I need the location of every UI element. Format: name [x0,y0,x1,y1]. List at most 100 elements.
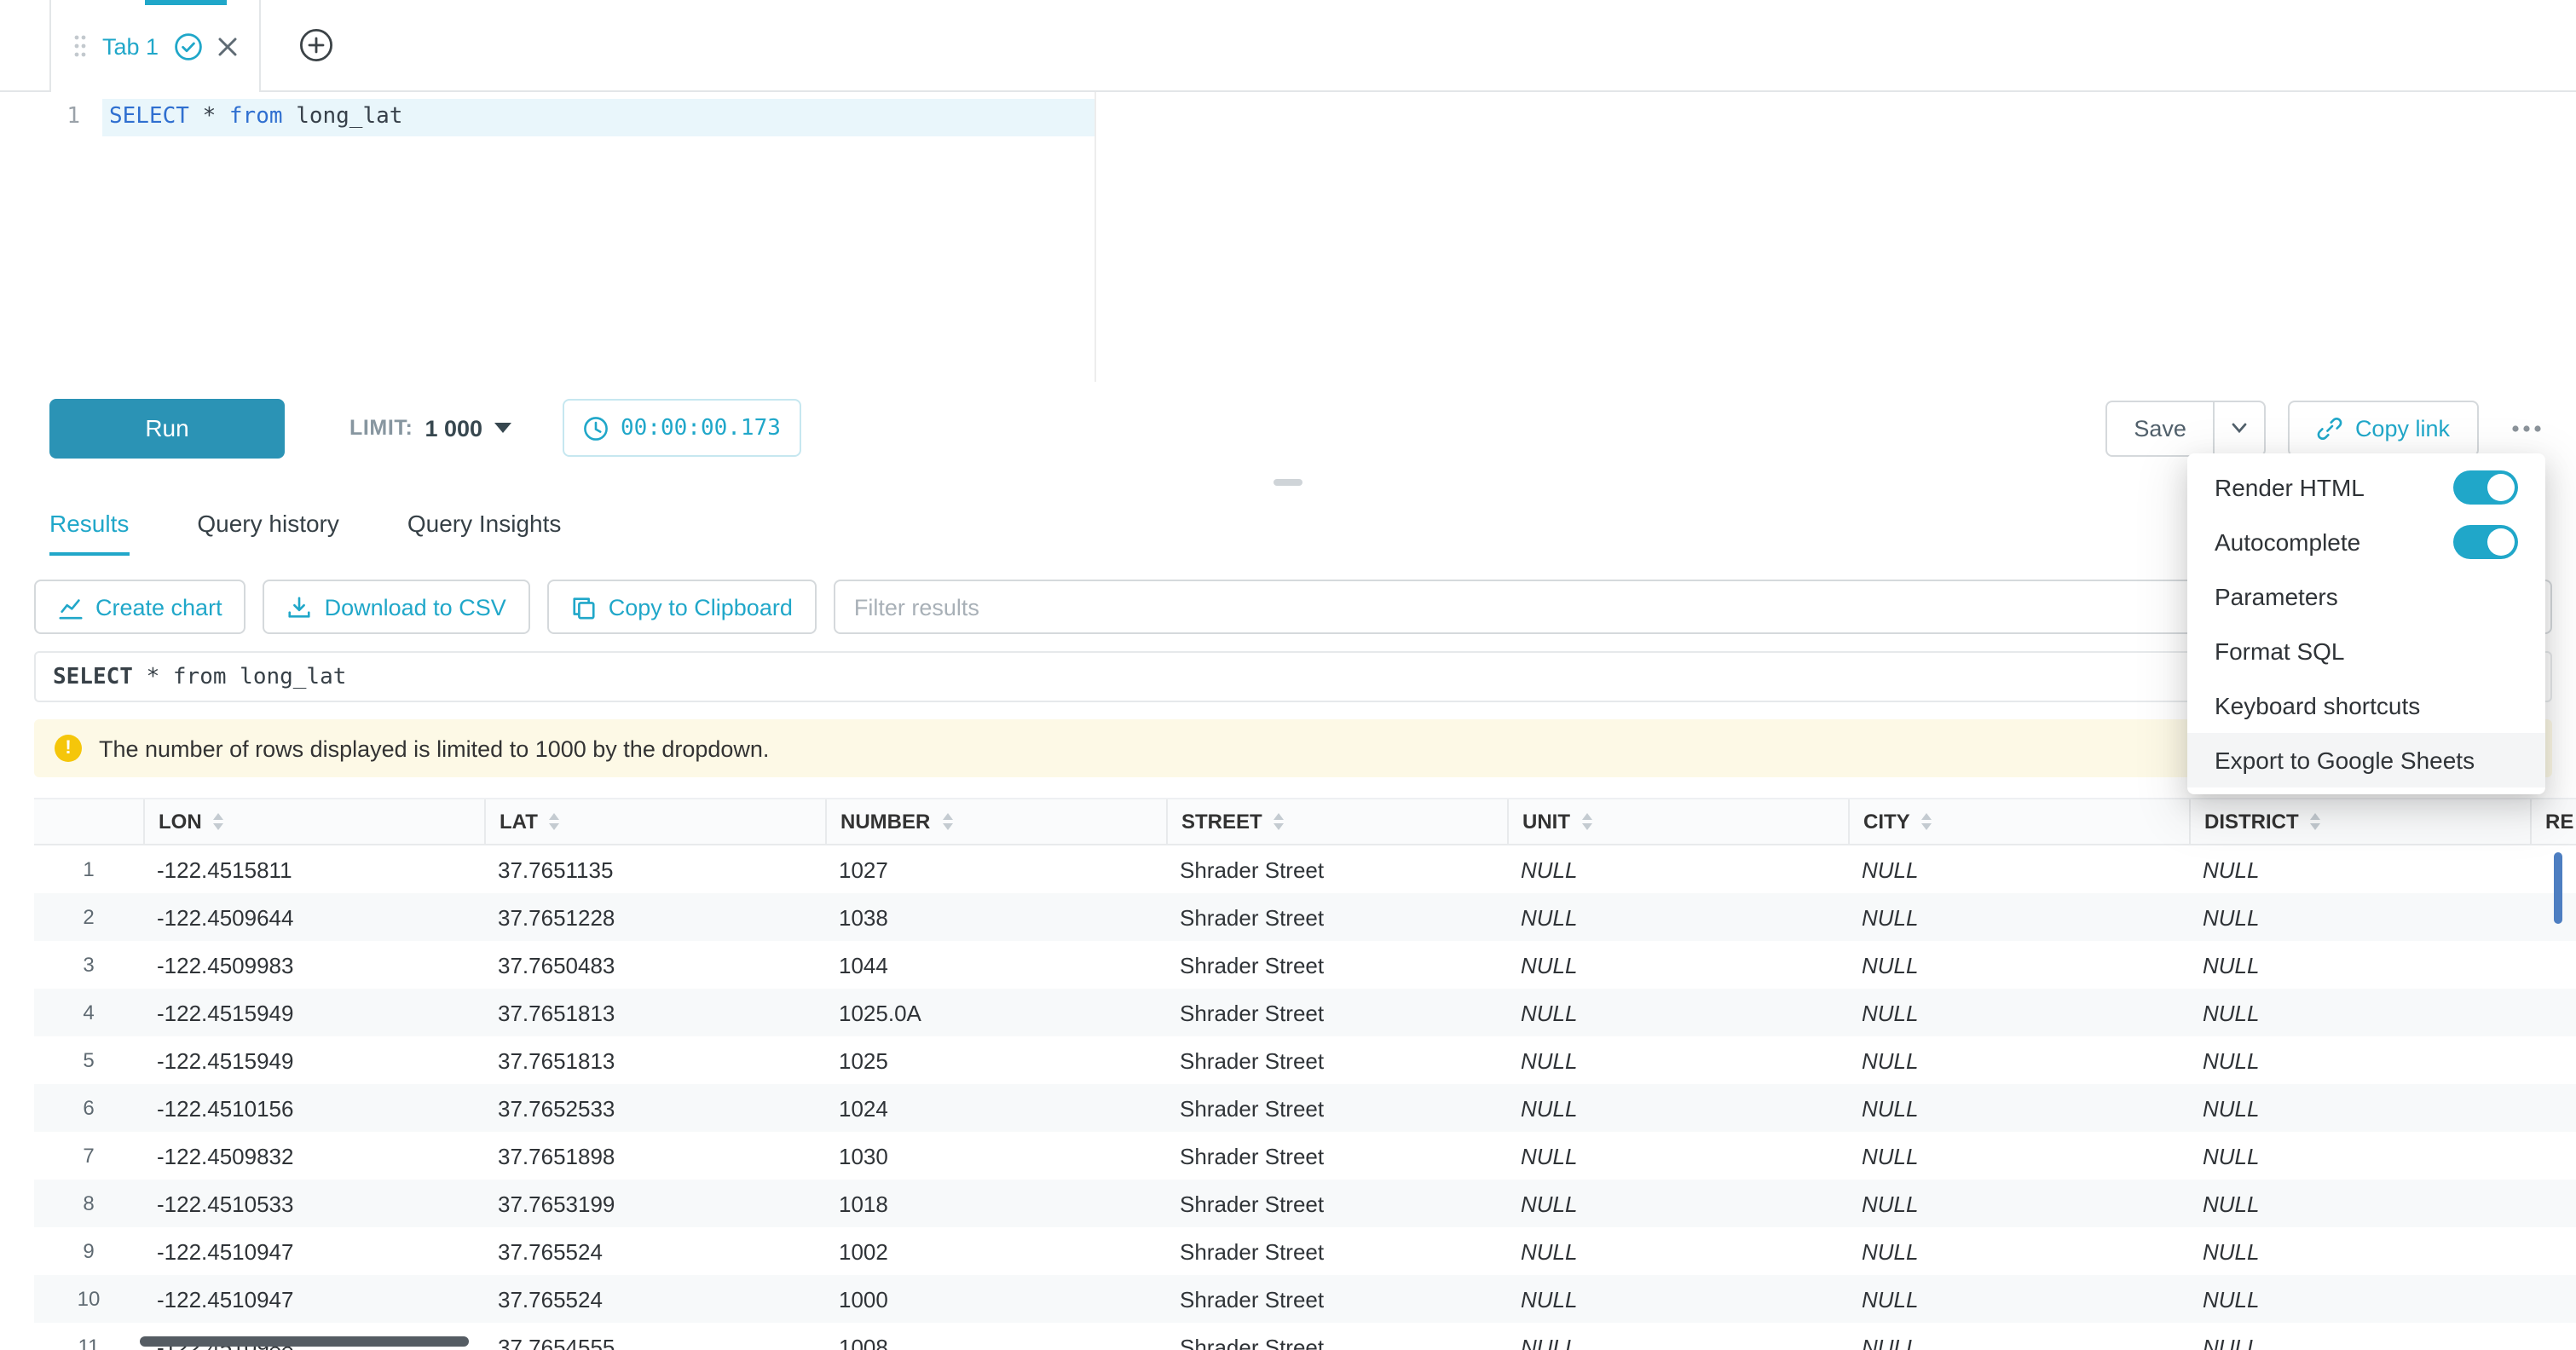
table-row[interactable]: 6-122.451015637.76525331024Shrader Stree… [34,1084,2576,1132]
table-cell: Shrader Street [1166,1047,1507,1073]
close-tab-icon[interactable] [218,37,237,55]
column-header-unit[interactable]: UNIT [1507,799,1848,844]
table-row[interactable]: 3-122.450998337.76504831044Shrader Stree… [34,941,2576,989]
save-split-button: Save [2105,400,2267,456]
run-button[interactable]: Run [49,398,285,458]
table-cell: 37.7654555 [484,1334,825,1350]
table-cell: NULL [1848,1000,2189,1025]
tab-query-insights[interactable]: Query Insights [407,510,562,556]
table-cell: 1030 [825,1143,1166,1168]
toggle-switch[interactable] [2453,525,2518,559]
table-cell: 1025.0A [825,1000,1166,1025]
sort-icon[interactable] [1582,813,1592,830]
table-cell: NULL [1848,1286,2189,1312]
column-header-lon[interactable]: LON [143,799,484,844]
ellipsis-icon [2511,424,2542,432]
row-number: 7 [34,1144,143,1168]
copy-clipboard-button[interactable]: Copy to Clipboard [547,580,817,634]
table-cell: 37.765524 [484,1286,825,1312]
table-cell: -122.4515949 [143,1047,484,1073]
column-header-re[interactable]: RE [2530,799,2576,844]
sort-icon[interactable] [550,813,560,830]
table-cell: NULL [1507,1143,1848,1168]
line-number: 1 [0,92,102,130]
table-cell: NULL [1848,1191,2189,1216]
copy-link-label: Copy link [2355,415,2450,441]
tab-drag-handle-icon[interactable] [73,34,87,58]
menu-item-label: Format SQL [2215,638,2345,665]
horizontal-scrollbar-thumb[interactable] [140,1336,469,1347]
table-row[interactable]: 10-122.451094737.7655241000Shrader Stree… [34,1275,2576,1323]
sort-icon[interactable] [1274,813,1285,830]
sort-icon[interactable] [1922,813,1932,830]
table-cell: Shrader Street [1166,1238,1507,1264]
table-cell: 37.7650483 [484,952,825,978]
table-row[interactable]: 8-122.451053337.76531991018Shrader Stree… [34,1180,2576,1227]
table-cell: -122.4510947 [143,1286,484,1312]
menu-item-format-sql[interactable]: Format SQL [2187,624,2545,678]
table-row[interactable]: 4-122.451594937.76518131025.0AShrader St… [34,989,2576,1036]
limit-dropdown[interactable]: LIMIT: 1 000 [349,415,511,441]
add-tab-button[interactable] [298,27,334,63]
sort-icon[interactable] [942,813,952,830]
table-cell: 1044 [825,952,1166,978]
table-row[interactable]: 9-122.451094737.7655241002Shrader Street… [34,1227,2576,1275]
column-header-lat[interactable]: LAT [484,799,825,844]
table-cell: NULL [1507,1238,1848,1264]
table-row[interactable]: 7-122.450983237.76518981030Shrader Stree… [34,1132,2576,1180]
table-row[interactable]: 1-122.451581137.76511351027Shrader Stree… [34,845,2576,893]
menu-item-keyboard-shortcuts[interactable]: Keyboard shortcuts [2187,678,2545,733]
column-header-number[interactable]: NUMBER [825,799,1166,844]
download-csv-label: Download to CSV [325,594,506,620]
table-cell: Shrader Street [1166,952,1507,978]
table-row[interactable]: 2-122.450964437.76512281038Shrader Stree… [34,893,2576,941]
table-cell: 37.7651813 [484,1000,825,1025]
tab-results[interactable]: Results [49,510,129,556]
table-cell: NULL [1507,1334,1848,1350]
sql-editor[interactable]: 1 SELECT * from long_lat [0,92,2576,382]
sort-icon[interactable] [2311,813,2321,830]
clock-icon [583,415,609,441]
vertical-scrollbar-thumb[interactable] [2554,852,2562,924]
table-cell: NULL [1848,1238,2189,1264]
table-cell: NULL [1507,904,1848,930]
menu-item-export-to-google-sheets[interactable]: Export to Google Sheets [2187,733,2545,788]
pane-resize-handle[interactable] [1274,479,1302,486]
create-chart-button[interactable]: Create chart [34,580,246,634]
save-options-button[interactable] [2214,400,2267,456]
menu-item-parameters[interactable]: Parameters [2187,569,2545,624]
column-label: CITY [1863,810,1910,834]
copy-link-button[interactable]: Copy link [2289,400,2479,456]
table-cell: 37.7651135 [484,857,825,882]
save-button[interactable]: Save [2105,400,2215,456]
table-cell: NULL [2189,1334,2530,1350]
column-header-district[interactable]: DISTRICT [2189,799,2530,844]
column-header-city[interactable]: CITY [1848,799,2189,844]
menu-item-autocomplete[interactable]: Autocomplete [2187,515,2545,569]
table-cell: 1000 [825,1286,1166,1312]
table-cell: NULL [2189,1238,2530,1264]
download-csv-button[interactable]: Download to CSV [263,580,530,634]
column-label: LAT [500,810,538,834]
table-cell: Shrader Street [1166,1334,1507,1350]
table-row[interactable]: 5-122.451594937.76518131025Shrader Stree… [34,1036,2576,1084]
tab-tab-1[interactable]: Tab 1 [49,0,261,92]
table-cell: NULL [1507,1286,1848,1312]
table-cell: -122.4509644 [143,904,484,930]
chevron-down-icon [2232,423,2248,433]
table-cell: NULL [2189,1191,2530,1216]
more-options-button[interactable] [2501,413,2552,442]
table-cell: NULL [1507,952,1848,978]
limit-label: LIMIT: [349,416,413,440]
menu-item-label: Export to Google Sheets [2215,747,2475,774]
column-label: RE [2545,810,2573,834]
column-header-street[interactable]: STREET [1166,799,1507,844]
table-cell: NULL [1848,857,2189,882]
menu-item-render-html[interactable]: Render HTML [2187,460,2545,515]
sort-icon[interactable] [214,813,224,830]
tab-query-history[interactable]: Query history [197,510,339,556]
preview-keyword: SELECT [53,664,133,689]
sql-identifier: long_lat [296,104,402,130]
toggle-switch[interactable] [2453,470,2518,505]
tab-label: Tab 1 [102,33,159,59]
